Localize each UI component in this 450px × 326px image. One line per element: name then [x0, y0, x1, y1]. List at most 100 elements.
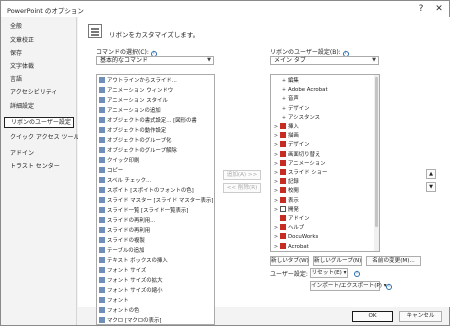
ribbon-tabs-tree[interactable]: + 編集 + Adobe Acrobat + 音声 + デザイン + アシスタンス > 挿入 > 描画 > デ…: [270, 74, 380, 252]
sidebar-item-advanced[interactable]: 詳細設定: [4, 101, 74, 112]
expand-icon[interactable]: >: [273, 206, 279, 214]
command-list-item[interactable]: スペル チェック...: [99, 177, 151, 185]
expand-icon[interactable]: >: [273, 197, 279, 205]
checkbox[interactable]: [280, 123, 286, 129]
tree-scrollbar-thumb[interactable]: [375, 77, 378, 227]
command-list-item[interactable]: アニメーション スタイル: [99, 97, 168, 105]
expand-icon[interactable]: +: [281, 105, 287, 113]
ribbon-tab-item[interactable]: アドイン: [273, 215, 310, 223]
ribbon-tab-item[interactable]: > 校閲: [273, 187, 299, 195]
command-list-item[interactable]: アウトラインからスライド...: [99, 77, 177, 85]
command-list-item[interactable]: クイック印刷: [99, 157, 139, 165]
command-list-item[interactable]: フォント サイズの縮小: [99, 287, 162, 295]
ribbon-tab-item[interactable]: + 編集: [281, 77, 299, 85]
sidebar-item-quick-access-toolbar[interactable]: クイック アクセス ツール バー: [4, 132, 93, 143]
cancel-button[interactable]: キャンセル: [399, 311, 442, 322]
add-button[interactable]: 追加(A) >>: [223, 170, 261, 180]
ribbon-tab-item[interactable]: > スライド ショー: [273, 169, 327, 177]
command-list-item[interactable]: テーブルの追加: [99, 247, 144, 255]
command-list-item[interactable]: スライドの再利用: [99, 227, 150, 235]
command-list-item[interactable]: スポイト [スポイトのフォントの色]: [99, 187, 194, 195]
sidebar-item-general[interactable]: 全般: [4, 21, 74, 32]
command-list-item[interactable]: コピー: [99, 167, 123, 175]
new-group-button[interactable]: 新しいグループ(N): [313, 256, 362, 266]
reset-button[interactable]: リセット(E) ▾: [310, 268, 348, 278]
sidebar-item-save[interactable]: 保存: [4, 48, 74, 59]
command-list-item[interactable]: フォント サイズ: [99, 267, 146, 275]
checkbox[interactable]: [280, 242, 286, 249]
checkbox[interactable]: [280, 178, 286, 185]
ribbon-tab-item[interactable]: > アニメーション: [273, 159, 326, 168]
checkbox[interactable]: [280, 224, 286, 231]
rename-button[interactable]: 名前の変更(M)...: [366, 256, 421, 266]
expand-icon[interactable]: >: [273, 233, 279, 241]
expand-icon[interactable]: >: [273, 141, 279, 149]
command-list-item[interactable]: フォントの色: [99, 307, 139, 315]
command-list-item[interactable]: オブジェクトの動作設定: [99, 127, 166, 135]
checkbox[interactable]: [280, 132, 286, 139]
command-list-item[interactable]: アニメーション ウィンドウ: [99, 87, 173, 95]
import-export-button[interactable]: インポート/エクスポート(P) ▾: [310, 281, 387, 291]
checkbox[interactable]: [280, 205, 286, 212]
command-list-item[interactable]: アニメーションの追加: [99, 107, 161, 115]
ribbon-tab-item[interactable]: > 画面切り替え: [273, 150, 320, 159]
checkbox[interactable]: [280, 141, 286, 148]
sidebar-item-addins[interactable]: アドイン: [4, 148, 74, 159]
command-list-item[interactable]: テキスト ボックスの挿入: [99, 257, 168, 265]
ribbon-tab-item[interactable]: > DocuWorks: [273, 233, 318, 241]
new-tab-button[interactable]: 新しいタブ(W): [270, 256, 309, 266]
ribbon-tab-item[interactable]: > 描画: [273, 132, 299, 140]
sidebar-item-language[interactable]: 言語: [4, 74, 74, 85]
ribbon-tab-item[interactable]: > デザイン: [273, 141, 310, 149]
command-list-item[interactable]: マクロ [マクロの表示]: [99, 317, 161, 324]
close-icon[interactable]: ✕: [433, 3, 445, 15]
tree-scrollbar[interactable]: [374, 75, 379, 251]
expand-icon[interactable]: >: [273, 123, 279, 131]
commands-list[interactable]: アウトラインからスライド... アニメーション ウィンドウ アニメーション スタイル…: [96, 74, 215, 325]
checkbox[interactable]: [280, 187, 286, 194]
sidebar-item-typography[interactable]: 文字体裁: [4, 61, 74, 72]
remove-button[interactable]: << 削除(R): [223, 183, 261, 193]
ribbon-tab-item[interactable]: + アシスタンス: [281, 114, 320, 122]
move-up-button[interactable]: ▲: [426, 169, 436, 179]
move-down-button[interactable]: ▼: [426, 182, 436, 192]
command-list-item[interactable]: オブジェクトのグループ化: [99, 137, 171, 145]
command-list-item[interactable]: スライドの再利用...: [99, 217, 155, 225]
help-icon[interactable]: ?: [415, 3, 427, 15]
expand-icon[interactable]: >: [273, 224, 279, 232]
checkbox[interactable]: [280, 196, 286, 203]
checkbox[interactable]: [280, 169, 286, 175]
command-list-item[interactable]: スライドの複製: [99, 237, 145, 245]
ribbon-tab-item[interactable]: + 音声: [281, 95, 299, 103]
expand-icon[interactable]: >: [273, 169, 279, 177]
command-list-item[interactable]: フォント サイズの拡大: [99, 277, 162, 285]
checkbox[interactable]: [280, 159, 286, 166]
expand-icon[interactable]: +: [281, 77, 287, 85]
ribbon-tab-item[interactable]: > Acrobat: [273, 242, 309, 251]
expand-icon[interactable]: >: [273, 178, 279, 186]
expand-icon[interactable]: +: [281, 86, 287, 94]
expand-icon[interactable]: >: [273, 160, 279, 168]
command-list-item[interactable]: スライド マスター [スライド マスター表示]: [99, 197, 213, 205]
ribbon-tab-item[interactable]: + デザイン: [281, 105, 310, 113]
ribbon-tab-item[interactable]: > 記録: [273, 178, 299, 186]
ribbon-tab-item[interactable]: > 開発: [273, 205, 299, 214]
expand-icon[interactable]: >: [273, 187, 279, 195]
checkbox[interactable]: [280, 150, 286, 157]
ribbon-tab-item[interactable]: > ヘルプ: [273, 224, 304, 232]
commands-dropdown[interactable]: 基本的なコマンド ▼: [96, 56, 214, 65]
sidebar-item-accessibility[interactable]: アクセシビリティ: [4, 87, 74, 98]
sidebar-item-trust-center[interactable]: トラスト センター: [4, 161, 74, 172]
command-list-item[interactable]: フォント: [99, 297, 129, 305]
command-list-item[interactable]: オブジェクトの書式設定... [図形の書: [99, 117, 197, 125]
ribbon-dropdown[interactable]: メイン タブ ▼: [270, 56, 379, 65]
ribbon-tab-item[interactable]: + Adobe Acrobat: [281, 86, 328, 94]
expand-icon[interactable]: +: [281, 95, 287, 103]
expand-icon[interactable]: +: [281, 114, 287, 122]
ok-button[interactable]: OK: [352, 311, 393, 322]
checkbox[interactable]: [280, 233, 286, 240]
ribbon-tab-item[interactable]: > 表示: [273, 196, 299, 205]
expand-icon[interactable]: >: [273, 151, 279, 159]
command-list-item[interactable]: スライド一覧 [スライド一覧表示]: [99, 207, 188, 215]
sidebar-item-customize-ribbon[interactable]: リボンのユーザー設定: [4, 117, 74, 128]
